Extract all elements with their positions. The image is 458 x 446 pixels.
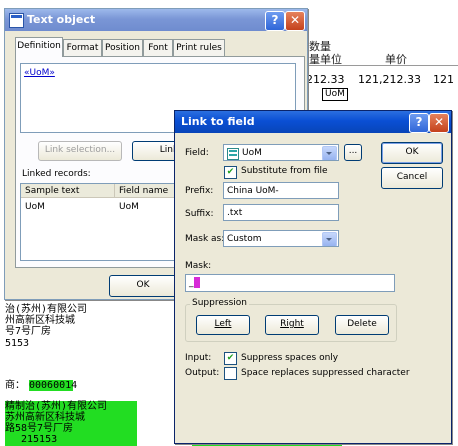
suppression-label: Suppression bbox=[190, 298, 249, 308]
substitute-label: Substitute from file bbox=[241, 166, 328, 176]
field-select[interactable]: UoM bbox=[223, 144, 339, 161]
text-object-tabs: Definition Format Position Font Print ru… bbox=[15, 37, 305, 57]
link-selection-button[interactable]: Link selection... bbox=[38, 141, 122, 161]
field-select-value: UoM bbox=[242, 148, 262, 158]
mask-input[interactable]: _ bbox=[185, 274, 395, 292]
right-button-label: Right bbox=[280, 319, 304, 329]
doc-green-line-3[interactable]: 路58号7号厂房 bbox=[5, 423, 137, 434]
input-label: Input: bbox=[185, 353, 212, 363]
output-label: Output: bbox=[185, 368, 220, 378]
mask-as-value: Custom bbox=[227, 234, 262, 244]
text-object-titlebar[interactable]: Text object ? ✕ bbox=[5, 9, 307, 31]
record-sample-text[interactable]: UoM bbox=[25, 201, 45, 213]
tab-font[interactable]: Font bbox=[143, 39, 173, 57]
doc-code-label: 商： bbox=[5, 380, 25, 391]
doc-value-quantity: 212.33 bbox=[306, 73, 345, 86]
column-sample-text[interactable]: Sample text bbox=[21, 184, 115, 198]
database-field-icon-top bbox=[229, 150, 237, 152]
suppress-spaces-label: Suppress spaces only bbox=[241, 353, 339, 363]
close-icon[interactable]: ✕ bbox=[429, 113, 449, 133]
text-object-title: Text object bbox=[27, 13, 96, 26]
doc-value-total: 121 bbox=[433, 73, 454, 86]
space-replaces-label: Space replaces suppressed character bbox=[241, 368, 410, 378]
mask-as-select[interactable]: Custom bbox=[223, 230, 339, 247]
tab-format[interactable]: Format bbox=[63, 39, 102, 57]
suffix-label: Suffix: bbox=[185, 209, 214, 219]
mask-as-label: Mask as: bbox=[185, 234, 225, 244]
link-to-field-titlebar[interactable]: Link to field ? ✕ bbox=[175, 111, 451, 133]
help-icon[interactable]: ? bbox=[265, 11, 285, 31]
doc-green-line-2[interactable]: 苏州高新区科技城 bbox=[5, 412, 137, 423]
database-field-icon-bottom bbox=[229, 154, 237, 156]
prefix-input[interactable]: China UoM- bbox=[223, 182, 339, 199]
left-button-label: Left bbox=[214, 319, 232, 329]
doc-company-line-1: 治(苏州)有限公司 bbox=[5, 304, 88, 315]
doc-code-value[interactable]: 00060014 bbox=[29, 380, 77, 391]
ok-button[interactable]: OK bbox=[381, 142, 443, 164]
text-content-value: «UoM» bbox=[24, 68, 55, 78]
record-field-name[interactable]: UoM bbox=[119, 201, 139, 213]
doc-green-line-4[interactable]: 215153 bbox=[5, 434, 137, 446]
cancel-button[interactable]: Cancel bbox=[381, 167, 443, 189]
delete-button[interactable]: Delete bbox=[335, 315, 389, 335]
left-button[interactable]: Left bbox=[196, 315, 250, 335]
right-button[interactable]: Right bbox=[265, 315, 319, 335]
doc-green-line-4-text: 215153 bbox=[21, 434, 58, 445]
suppress-spaces-checkbox[interactable]: ✔ bbox=[224, 352, 237, 365]
doc-company-line-4: 5153 bbox=[5, 338, 30, 349]
linked-records-label: Linked records: bbox=[22, 169, 91, 179]
ok-button[interactable]: OK bbox=[109, 275, 177, 297]
chevron-down-icon[interactable] bbox=[322, 232, 337, 246]
window-icon bbox=[9, 13, 24, 28]
link-to-field-dialog: Link to field ? ✕ Field: UoM ... OK Canc… bbox=[174, 110, 452, 444]
mask-label: Mask: bbox=[185, 261, 212, 271]
tab-position[interactable]: Position bbox=[102, 39, 143, 57]
chevron-down-icon[interactable] bbox=[322, 146, 337, 160]
prefix-label: Prefix: bbox=[185, 186, 214, 196]
suppression-group: Suppression Left Right Delete bbox=[185, 298, 397, 342]
tab-print-rules[interactable]: Print rules bbox=[173, 39, 225, 57]
tab-definition[interactable]: Definition bbox=[15, 37, 63, 57]
mask-cursor bbox=[193, 277, 200, 288]
space-replaces-checkbox[interactable] bbox=[224, 367, 237, 380]
doc-value-price: 121,212.33 bbox=[358, 73, 421, 86]
close-icon[interactable]: ✕ bbox=[285, 11, 305, 31]
suffix-input[interactable]: .txt bbox=[223, 204, 339, 221]
doc-uom-field[interactable]: UoM bbox=[322, 88, 348, 101]
browse-field-button[interactable]: ... bbox=[344, 144, 362, 161]
doc-divider bbox=[306, 65, 458, 66]
field-label: Field: bbox=[185, 148, 209, 158]
doc-company-line-3: 号7号厂房 bbox=[5, 326, 52, 337]
help-icon[interactable]: ? bbox=[409, 113, 429, 133]
doc-company-line-2: 州高新区科技城 bbox=[5, 315, 75, 326]
link-to-field-title: Link to field bbox=[181, 115, 255, 128]
doc-green-line-1[interactable]: 精制治(苏州)有限公司 bbox=[5, 401, 137, 412]
database-field-icon bbox=[227, 148, 239, 160]
substitute-checkbox[interactable]: ✔ bbox=[224, 166, 237, 179]
